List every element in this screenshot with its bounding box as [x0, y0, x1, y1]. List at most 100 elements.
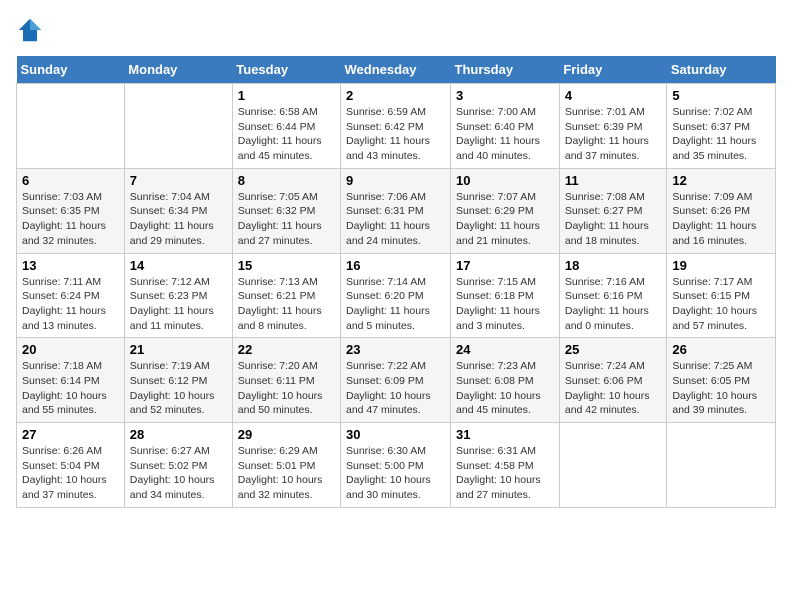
calendar-cell [17, 84, 125, 169]
logo-icon [16, 16, 44, 44]
calendar-cell [124, 84, 232, 169]
calendar-cell: 11 Sunrise: 7:08 AM Sunset: 6:27 PM Dayli… [559, 168, 667, 253]
calendar-header-row: SundayMondayTuesdayWednesdayThursdayFrid… [17, 56, 776, 84]
day-info: Sunrise: 7:24 AM Sunset: 6:06 PM Dayligh… [565, 359, 662, 418]
weekday-header-friday: Friday [559, 56, 667, 84]
day-number: 8 [238, 173, 335, 188]
day-info: Sunrise: 7:12 AM Sunset: 6:23 PM Dayligh… [130, 275, 227, 334]
weekday-header-saturday: Saturday [667, 56, 776, 84]
day-number: 21 [130, 342, 227, 357]
day-number: 24 [456, 342, 554, 357]
day-info: Sunrise: 6:29 AM Sunset: 5:01 PM Dayligh… [238, 444, 335, 503]
calendar-table: SundayMondayTuesdayWednesdayThursdayFrid… [16, 56, 776, 508]
calendar-cell [667, 423, 776, 508]
calendar-cell: 13 Sunrise: 7:11 AM Sunset: 6:24 PM Dayli… [17, 253, 125, 338]
day-info: Sunrise: 7:17 AM Sunset: 6:15 PM Dayligh… [672, 275, 770, 334]
page-header [16, 16, 776, 44]
day-info: Sunrise: 7:22 AM Sunset: 6:09 PM Dayligh… [346, 359, 445, 418]
calendar-cell: 6Sunrise: 7:03 AM Sunset: 6:35 PM Daylig… [17, 168, 125, 253]
calendar-cell: 1 Sunrise: 6:58 AM Sunset: 6:44 PM Daylig… [232, 84, 340, 169]
calendar-cell: 31 Sunrise: 6:31 AM Sunset: 4:58 PM Dayli… [451, 423, 560, 508]
calendar-week-row: 13 Sunrise: 7:11 AM Sunset: 6:24 PM Dayli… [17, 253, 776, 338]
day-number: 11 [565, 173, 662, 188]
day-number: 13 [22, 258, 119, 273]
calendar-cell: 23 Sunrise: 7:22 AM Sunset: 6:09 PM Dayli… [341, 338, 451, 423]
weekday-header-monday: Monday [124, 56, 232, 84]
weekday-header-sunday: Sunday [17, 56, 125, 84]
day-info: Sunrise: 7:04 AM Sunset: 6:34 PM Dayligh… [130, 190, 227, 249]
day-info: Sunrise: 7:13 AM Sunset: 6:21 PM Dayligh… [238, 275, 335, 334]
day-number: 26 [672, 342, 770, 357]
day-number: 27 [22, 427, 119, 442]
calendar-cell: 4 Sunrise: 7:01 AM Sunset: 6:39 PM Daylig… [559, 84, 667, 169]
calendar-cell: 30 Sunrise: 6:30 AM Sunset: 5:00 PM Dayli… [341, 423, 451, 508]
day-info: Sunrise: 7:11 AM Sunset: 6:24 PM Dayligh… [22, 275, 119, 334]
weekday-header-wednesday: Wednesday [341, 56, 451, 84]
calendar-cell: 28 Sunrise: 6:27 AM Sunset: 5:02 PM Dayli… [124, 423, 232, 508]
day-info: Sunrise: 7:19 AM Sunset: 6:12 PM Dayligh… [130, 359, 227, 418]
day-info: Sunrise: 7:02 AM Sunset: 6:37 PM Dayligh… [672, 105, 770, 164]
day-number: 17 [456, 258, 554, 273]
day-info: Sunrise: 7:09 AM Sunset: 6:26 PM Dayligh… [672, 190, 770, 249]
calendar-cell: 18Sunrise: 7:16 AM Sunset: 6:16 PM Dayli… [559, 253, 667, 338]
day-info: Sunrise: 7:08 AM Sunset: 6:27 PM Dayligh… [565, 190, 662, 249]
day-info: Sunrise: 7:20 AM Sunset: 6:11 PM Dayligh… [238, 359, 335, 418]
calendar-cell: 16 Sunrise: 7:14 AM Sunset: 6:20 PM Dayli… [341, 253, 451, 338]
day-number: 22 [238, 342, 335, 357]
day-info: Sunrise: 7:25 AM Sunset: 6:05 PM Dayligh… [672, 359, 770, 418]
calendar-cell: 12 Sunrise: 7:09 AM Sunset: 6:26 PM Dayli… [667, 168, 776, 253]
day-number: 23 [346, 342, 445, 357]
day-info: Sunrise: 6:30 AM Sunset: 5:00 PM Dayligh… [346, 444, 445, 503]
day-number: 1 [238, 88, 335, 103]
day-number: 15 [238, 258, 335, 273]
day-number: 30 [346, 427, 445, 442]
day-number: 25 [565, 342, 662, 357]
calendar-cell: 14 Sunrise: 7:12 AM Sunset: 6:23 PM Dayli… [124, 253, 232, 338]
calendar-cell: 20Sunrise: 7:18 AM Sunset: 6:14 PM Dayli… [17, 338, 125, 423]
day-number: 29 [238, 427, 335, 442]
calendar-cell: 10 Sunrise: 7:07 AM Sunset: 6:29 PM Dayli… [451, 168, 560, 253]
day-info: Sunrise: 6:26 AM Sunset: 5:04 PM Dayligh… [22, 444, 119, 503]
day-number: 4 [565, 88, 662, 103]
day-number: 12 [672, 173, 770, 188]
day-info: Sunrise: 7:16 AM Sunset: 6:16 PM Dayligh… [565, 275, 662, 334]
day-info: Sunrise: 6:31 AM Sunset: 4:58 PM Dayligh… [456, 444, 554, 503]
calendar-cell: 29 Sunrise: 6:29 AM Sunset: 5:01 PM Dayli… [232, 423, 340, 508]
calendar-cell: 5 Sunrise: 7:02 AM Sunset: 6:37 PM Daylig… [667, 84, 776, 169]
calendar-week-row: 1 Sunrise: 6:58 AM Sunset: 6:44 PM Daylig… [17, 84, 776, 169]
weekday-header-thursday: Thursday [451, 56, 560, 84]
day-info: Sunrise: 7:01 AM Sunset: 6:39 PM Dayligh… [565, 105, 662, 164]
calendar-cell: 17Sunrise: 7:15 AM Sunset: 6:18 PM Dayli… [451, 253, 560, 338]
calendar-cell: 19 Sunrise: 7:17 AM Sunset: 6:15 PM Dayli… [667, 253, 776, 338]
day-info: Sunrise: 7:07 AM Sunset: 6:29 PM Dayligh… [456, 190, 554, 249]
calendar-week-row: 20Sunrise: 7:18 AM Sunset: 6:14 PM Dayli… [17, 338, 776, 423]
weekday-header-tuesday: Tuesday [232, 56, 340, 84]
day-number: 31 [456, 427, 554, 442]
day-info: Sunrise: 7:14 AM Sunset: 6:20 PM Dayligh… [346, 275, 445, 334]
day-number: 9 [346, 173, 445, 188]
calendar-cell: 15 Sunrise: 7:13 AM Sunset: 6:21 PM Dayli… [232, 253, 340, 338]
day-number: 10 [456, 173, 554, 188]
day-number: 19 [672, 258, 770, 273]
day-number: 3 [456, 88, 554, 103]
calendar-cell [559, 423, 667, 508]
calendar-cell: 27 Sunrise: 6:26 AM Sunset: 5:04 PM Dayli… [17, 423, 125, 508]
calendar-cell: 21 Sunrise: 7:19 AM Sunset: 6:12 PM Dayli… [124, 338, 232, 423]
day-info: Sunrise: 7:05 AM Sunset: 6:32 PM Dayligh… [238, 190, 335, 249]
day-info: Sunrise: 6:27 AM Sunset: 5:02 PM Dayligh… [130, 444, 227, 503]
day-info: Sunrise: 6:58 AM Sunset: 6:44 PM Dayligh… [238, 105, 335, 164]
calendar-week-row: 27 Sunrise: 6:26 AM Sunset: 5:04 PM Dayli… [17, 423, 776, 508]
day-info: Sunrise: 6:59 AM Sunset: 6:42 PM Dayligh… [346, 105, 445, 164]
calendar-cell: 26 Sunrise: 7:25 AM Sunset: 6:05 PM Dayli… [667, 338, 776, 423]
day-number: 16 [346, 258, 445, 273]
day-number: 28 [130, 427, 227, 442]
calendar-cell: 3Sunrise: 7:00 AM Sunset: 6:40 PM Daylig… [451, 84, 560, 169]
logo [16, 16, 48, 44]
day-number: 5 [672, 88, 770, 103]
day-info: Sunrise: 7:03 AM Sunset: 6:35 PM Dayligh… [22, 190, 119, 249]
day-number: 7 [130, 173, 227, 188]
day-number: 20 [22, 342, 119, 357]
day-info: Sunrise: 7:23 AM Sunset: 6:08 PM Dayligh… [456, 359, 554, 418]
day-number: 14 [130, 258, 227, 273]
calendar-cell: 25 Sunrise: 7:24 AM Sunset: 6:06 PM Dayli… [559, 338, 667, 423]
